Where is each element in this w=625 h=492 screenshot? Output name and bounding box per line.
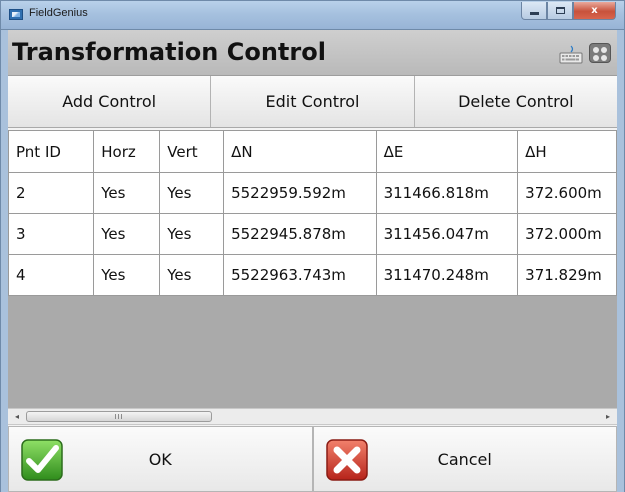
cell-pnt-id: 2 [8,172,95,214]
cell-horz: Yes [93,254,161,296]
scroll-left-icon[interactable]: ◂ [9,409,25,424]
window-controls: x [521,2,616,21]
column-header-horz[interactable]: Horz [93,130,161,173]
cell-delta-e: 311470.248m [375,254,519,296]
cell-pnt-id: 4 [8,254,95,296]
cell-delta-e: 311456.047m [375,213,519,255]
control-table-area[interactable]: Pnt ID Horz Vert ΔN ΔE ΔH 2 Yes Yes 5522… [8,130,617,408]
window-title: FieldGenius [29,7,88,19]
page-header: Transformation Control [8,30,617,76]
maximize-button[interactable] [547,2,573,20]
minimize-button[interactable] [521,2,547,20]
control-table: Pnt ID Horz Vert ΔN ΔE ΔH 2 Yes Yes 5522… [8,130,617,296]
column-header-pnt-id[interactable]: Pnt ID [8,130,95,173]
column-header-delta-h[interactable]: ΔH [517,130,617,173]
column-header-vert[interactable]: Vert [159,130,225,173]
horizontal-scrollbar[interactable]: ◂ III ▸ [8,408,617,425]
delete-control-button[interactable]: Delete Control [414,76,617,127]
app-icon [9,9,23,20]
cancel-label: Cancel [437,449,492,469]
window-titlebar: FieldGenius x [0,0,625,30]
cancel-button[interactable]: Cancel [312,426,617,492]
cell-delta-n: 5522963.743m [223,254,377,296]
dots-grid-icon[interactable] [589,43,611,63]
cell-delta-h: 372.600m [517,172,617,214]
control-toolbar: Add Control Edit Control Delete Control [8,76,617,128]
maximize-icon [555,7,565,14]
table-row[interactable]: 4 Yes Yes 5522963.743m 311470.248m 371.8… [8,254,617,296]
keyboard-icon[interactable] [559,44,583,64]
cell-horz: Yes [93,213,161,255]
add-control-button[interactable]: Add Control [8,76,212,127]
cell-delta-n: 5522945.878m [223,213,377,255]
client-area: Transformation Control Add Control Edit … [8,30,617,492]
close-button[interactable]: x [573,2,616,20]
column-header-delta-n[interactable]: ΔN [223,130,377,173]
table-header-row: Pnt ID Horz Vert ΔN ΔE ΔH [8,130,617,173]
dialog-footer: OK Cancel [8,426,617,492]
edit-control-button[interactable]: Edit Control [211,76,415,127]
cell-vert: Yes [159,213,225,255]
window-frame-right [617,30,625,492]
cell-vert: Yes [159,172,225,214]
scrollbar-thumb[interactable]: III [26,411,212,422]
table-row[interactable]: 3 Yes Yes 5522945.878m 311456.047m 372.0… [8,213,617,255]
cell-delta-n: 5522959.592m [223,172,377,214]
cell-delta-h: 372.000m [517,213,617,255]
cell-delta-e: 311466.818m [375,172,519,214]
cell-delta-h: 371.829m [517,254,617,296]
cell-horz: Yes [93,172,161,214]
ok-label: OK [148,449,172,469]
table-row[interactable]: 2 Yes Yes 5522959.592m 311466.818m 372.6… [8,172,617,214]
cell-pnt-id: 3 [8,213,95,255]
ok-button[interactable]: OK [8,426,313,492]
cell-vert: Yes [159,254,225,296]
minimize-icon [529,12,539,15]
window-frame-left [0,30,8,492]
column-header-delta-e[interactable]: ΔE [375,130,519,173]
checkmark-icon [21,439,63,481]
scroll-right-icon[interactable]: ▸ [600,409,616,424]
page-title: Transformation Control [12,38,326,66]
cancel-x-icon [325,439,368,481]
